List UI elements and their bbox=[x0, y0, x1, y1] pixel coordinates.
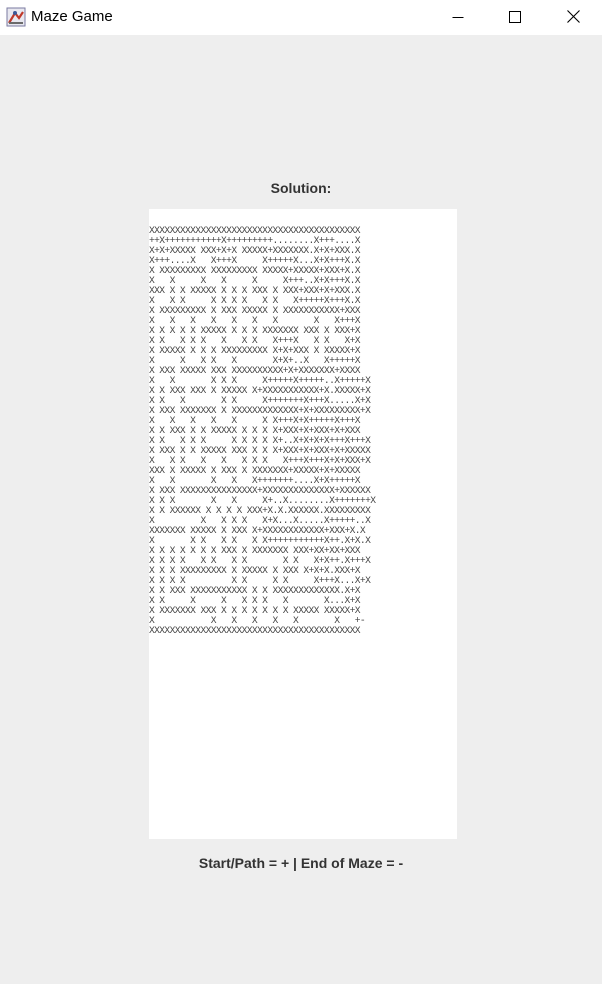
maze-row: XXXXXXXXXXXXXXXXXXXXXXXXXXXXXXXXXXXXXXXX… bbox=[149, 625, 361, 636]
title-bar[interactable]: Maze Game bbox=[0, 0, 602, 35]
content-panel: Solution: XXXXXXXXXXXXXXXXXXXXXXXXXXXXXX… bbox=[0, 35, 602, 984]
java-app-icon bbox=[6, 7, 26, 27]
legend-label: Start/Path = + | End of Maze = - bbox=[198, 855, 404, 871]
minimize-button[interactable] bbox=[435, 0, 481, 35]
solution-label: Solution: bbox=[270, 180, 332, 196]
window-title: Maze Game bbox=[31, 8, 113, 25]
maze-text-area[interactable]: XXXXXXXXXXXXXXXXXXXXXXXXXXXXXXXXXXXXXXXX… bbox=[149, 209, 457, 839]
maximize-icon bbox=[509, 8, 521, 27]
maximize-button[interactable] bbox=[492, 0, 538, 35]
minimize-icon bbox=[452, 8, 464, 27]
close-button[interactable] bbox=[550, 0, 596, 35]
maze-solution-grid: XXXXXXXXXXXXXXXXXXXXXXXXXXXXXXXXXXXXXXXX… bbox=[149, 226, 376, 636]
maze-game-window: Maze Game Solution: XXXXXXXXXXXXXXXXXXXX… bbox=[0, 0, 602, 984]
close-icon bbox=[566, 8, 580, 27]
